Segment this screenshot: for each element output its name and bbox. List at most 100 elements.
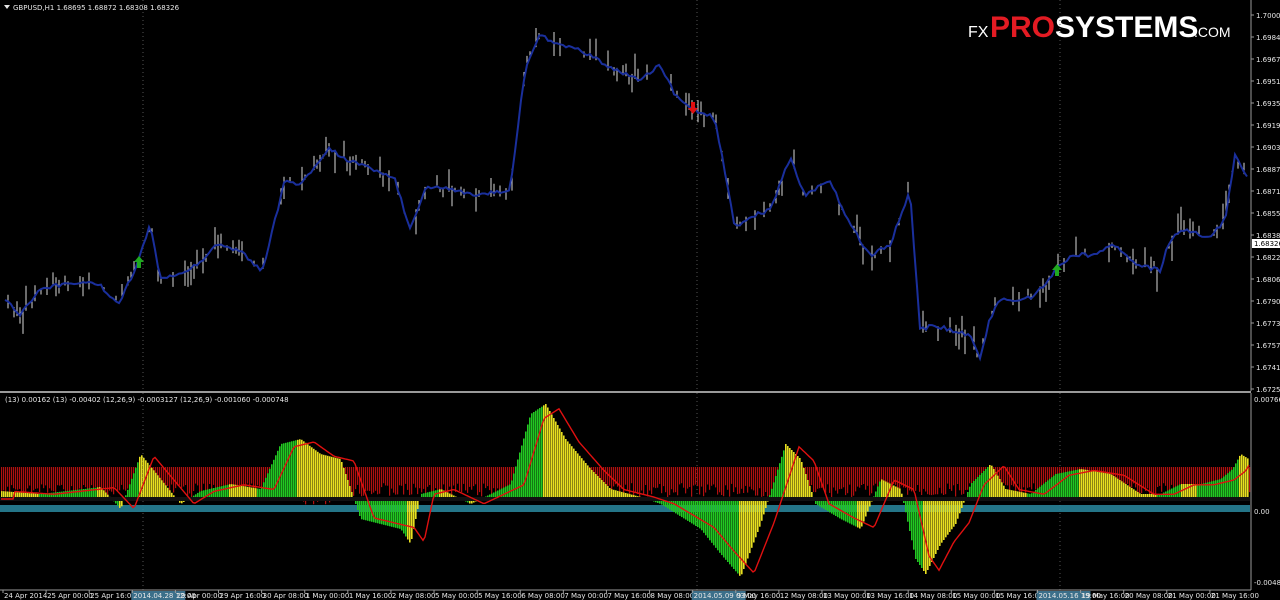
histogram-bar <box>799 458 801 499</box>
red-histogram-bar <box>127 467 129 489</box>
indicator-pane[interactable]: (13) 0.00162 (13) -0.00402 (12,26,9) -0.… <box>0 393 1251 590</box>
histogram-bar <box>525 431 527 499</box>
histogram-bar <box>163 482 165 500</box>
histogram-bar <box>927 499 929 570</box>
histogram-bar <box>735 499 737 572</box>
histogram-bar <box>795 454 797 499</box>
red-histogram-bar <box>1013 467 1015 487</box>
red-histogram-bar <box>855 467 857 492</box>
red-histogram-bar <box>935 467 937 495</box>
red-histogram-bar <box>669 467 671 496</box>
histogram-bar <box>1227 473 1229 499</box>
histogram-bar <box>911 499 913 541</box>
red-histogram-bar <box>699 467 701 495</box>
histogram-bar <box>763 499 765 515</box>
histogram-bar <box>1117 478 1119 499</box>
price-tick-label: 1.69515 <box>1256 78 1280 86</box>
red-histogram-bar <box>1169 467 1171 491</box>
histogram-bar <box>941 499 943 543</box>
trading-chart[interactable]: GBPUSD,H1 1.68695 1.68872 1.68308 1.6832… <box>0 0 1280 600</box>
red-histogram-bar <box>99 467 101 489</box>
time-tick-label: 13 May 00:00 <box>823 592 871 600</box>
red-histogram-bar <box>813 467 815 492</box>
price-pane[interactable] <box>4 0 1248 391</box>
red-histogram-bar <box>377 467 379 495</box>
price-tick-label: 1.67575 <box>1256 342 1280 350</box>
histogram-bar <box>713 499 715 546</box>
red-histogram-bar <box>757 467 759 496</box>
histogram-bar <box>701 499 703 531</box>
histogram-bar <box>1187 484 1189 499</box>
histogram-bar <box>781 456 783 499</box>
histogram-bar <box>515 466 517 499</box>
red-histogram-bar <box>113 467 115 495</box>
red-histogram-bar <box>189 467 191 494</box>
red-histogram-bar <box>205 467 207 491</box>
histogram-bar <box>707 499 709 538</box>
histogram-bar <box>1125 484 1127 499</box>
red-histogram-bar <box>1039 467 1041 490</box>
red-histogram-bar <box>175 467 177 489</box>
red-histogram-bar <box>635 467 637 493</box>
red-histogram-bar <box>691 467 693 497</box>
zero-band <box>0 497 1250 501</box>
histogram-bar <box>407 499 409 540</box>
red-histogram-bar <box>961 467 963 495</box>
red-histogram-bar <box>747 467 749 493</box>
red-histogram-bar <box>749 467 751 487</box>
histogram-bar <box>151 467 153 500</box>
histogram-bar <box>675 499 677 514</box>
red-histogram-bar <box>869 467 871 496</box>
red-histogram-bar <box>873 467 875 486</box>
histogram-bar <box>597 476 599 499</box>
red-histogram-bar <box>631 467 633 484</box>
red-histogram-bar <box>1193 467 1195 485</box>
time-axis: 24 Apr 2014 25 Apr 00:0025 Apr 16:002014.… <box>2 590 1259 600</box>
histogram-bar <box>745 499 747 564</box>
histogram-bar <box>1219 479 1221 500</box>
red-histogram-bar <box>1167 467 1169 495</box>
histogram-bar <box>1195 484 1197 499</box>
histogram-bar <box>741 499 743 575</box>
histogram-bar <box>1225 474 1227 499</box>
red-histogram-bar <box>89 467 91 492</box>
red-histogram-bar <box>461 467 463 492</box>
histogram-bar <box>1233 467 1235 499</box>
histogram-bar <box>1081 469 1083 499</box>
histogram-bar <box>711 499 713 543</box>
triangle-down-icon[interactable] <box>4 5 10 9</box>
histogram-bar <box>695 499 697 526</box>
histogram-bar <box>721 499 723 556</box>
red-histogram-bar <box>667 467 669 498</box>
histogram-bar <box>413 499 415 529</box>
red-histogram-bar <box>897 467 899 491</box>
red-histogram-bar <box>427 467 429 487</box>
red-histogram-bar <box>659 467 661 484</box>
red-histogram-bar <box>359 467 361 494</box>
red-histogram-bar <box>969 467 971 484</box>
red-histogram-bar <box>179 467 181 486</box>
red-histogram-bar <box>15 467 17 490</box>
histogram-bar <box>807 480 809 499</box>
histogram-bar <box>147 462 149 500</box>
time-tick-label: 29 Apr 16:00 <box>220 592 266 600</box>
histogram-bar <box>699 499 701 529</box>
red-histogram-bar <box>483 467 485 484</box>
red-histogram-bar <box>35 467 37 489</box>
histogram-bar <box>129 484 131 500</box>
red-histogram-bar <box>447 467 449 497</box>
histogram-bar <box>755 499 757 538</box>
histogram-bar <box>299 439 301 500</box>
histogram-bar <box>757 499 759 532</box>
red-histogram-bar <box>43 467 45 489</box>
red-histogram-bar <box>19 467 21 489</box>
red-histogram-bar <box>413 467 415 484</box>
time-tick-label: 1 May 00:00 <box>306 592 350 600</box>
red-histogram-bar <box>433 467 435 492</box>
red-histogram-bar <box>221 467 223 486</box>
red-histogram-bar <box>947 467 949 484</box>
histogram-bar <box>279 446 281 500</box>
red-histogram-bar <box>47 467 49 493</box>
histogram-bar <box>693 499 695 525</box>
histogram-bar <box>715 499 717 548</box>
